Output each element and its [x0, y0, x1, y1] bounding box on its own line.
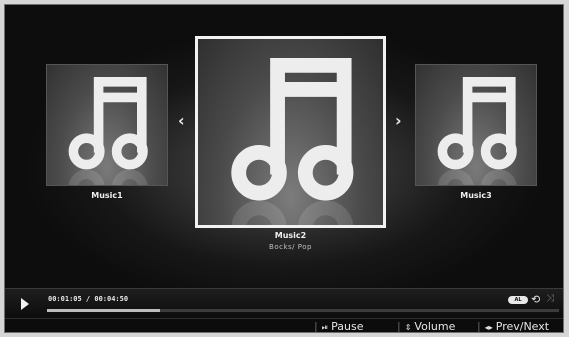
hint-prev-next: | ◂▸ Prev/Next: [477, 320, 550, 333]
up-down-key-icon: ⇕: [404, 323, 412, 332]
player-controls: 00:01:05 / 00:04:50 AL ⟲ ⤨: [5, 288, 563, 319]
time-display: 00:01:05 / 00:04:50: [48, 295, 129, 303]
music-note-icon: [437, 77, 517, 185]
album-title: Music3: [460, 191, 492, 200]
album-title: Music1: [91, 191, 123, 200]
hint-volume: | ⇕ Volume: [397, 320, 456, 333]
cover-carousel: Music1 ‹ Music2 Bocks/ Pop › Music3: [5, 5, 563, 288]
pause-key-icon: ⏯: [321, 323, 329, 332]
music-note-icon: [68, 77, 148, 185]
hint-pause: | ⏯ Pause: [314, 320, 364, 333]
album-card-music3[interactable]: [415, 64, 537, 186]
chevron-right-icon[interactable]: ›: [395, 111, 402, 130]
album-title: Music2: [274, 231, 307, 240]
progress-bar[interactable]: [47, 309, 559, 312]
progress-fill: [47, 309, 160, 312]
playlist-mode-badge[interactable]: AL: [508, 296, 528, 304]
album-card-music2-selected[interactable]: [195, 36, 386, 228]
repeat-icon[interactable]: ⟲: [531, 293, 540, 306]
album-genre: Bocks/ Pop: [269, 243, 312, 251]
hint-label: Pause: [331, 320, 364, 333]
album-card-music1[interactable]: [46, 64, 168, 186]
hint-label: Prev/Next: [495, 320, 550, 333]
shuffle-icon[interactable]: ⤨: [546, 293, 554, 304]
music-note-icon: [231, 58, 354, 225]
key-hints-bar: | ⏯ Pause | ⇕ Volume | ◂▸ Prev/Next: [5, 318, 563, 333]
play-icon[interactable]: [21, 298, 29, 310]
chevron-left-icon[interactable]: ‹: [178, 111, 185, 130]
media-player-window: Music1 ‹ Music2 Bocks/ Pop › Music3 00:0…: [4, 4, 564, 333]
left-right-key-icon: ◂▸: [484, 323, 493, 332]
hint-label: Volume: [414, 320, 456, 333]
